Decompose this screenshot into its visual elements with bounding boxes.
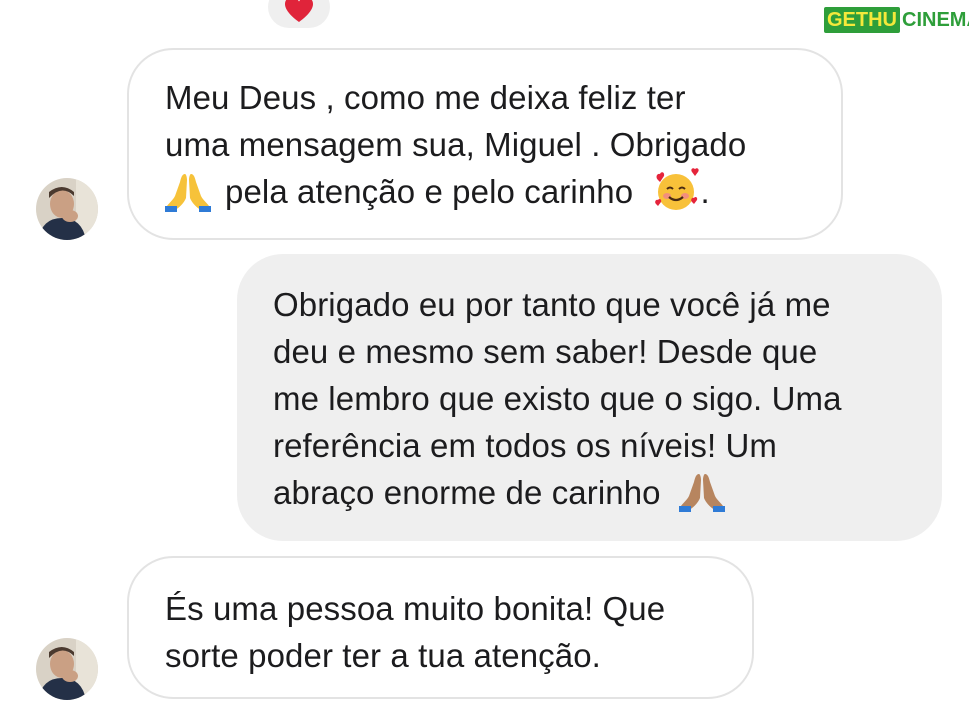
message-line-text: abraço enorme de carinho bbox=[273, 474, 661, 511]
message-line: referência em todos os níveis! Um bbox=[273, 427, 778, 464]
avatar[interactable] bbox=[36, 638, 98, 700]
user-photo-icon bbox=[36, 638, 98, 700]
watermark-left-text: GETHU bbox=[824, 7, 900, 33]
watermark-logo: GETHU CINEMA bbox=[824, 4, 969, 36]
message-line-with-emoji: abraço enorme de carinho bbox=[273, 469, 906, 516]
smiling-face-with-hearts-icon bbox=[655, 168, 700, 211]
message-bubble-sent[interactable]: Obrigado eu por tanto que você já me deu… bbox=[237, 254, 942, 541]
heart-reaction[interactable] bbox=[268, 0, 330, 28]
message-line: Meu Deus , como me deixa feliz ter bbox=[165, 79, 686, 116]
message-line: sorte poder ter a tua atenção. bbox=[165, 637, 601, 674]
message-line: Obrigado eu por tanto que você já me bbox=[273, 286, 831, 323]
avatar[interactable] bbox=[36, 178, 98, 240]
folded-hands-icon bbox=[165, 174, 211, 213]
message-line-with-emoji: pela atenção e pelo carinho . bbox=[165, 168, 805, 215]
message-line: deu e mesmo sem saber! Desde que bbox=[273, 333, 818, 370]
watermark-right-text: CINEMA bbox=[900, 8, 969, 32]
message-line: És uma pessoa muito bonita! Que bbox=[165, 590, 666, 627]
message-line-text: pela atenção e pelo carinho bbox=[225, 173, 634, 210]
user-photo-icon bbox=[36, 178, 98, 240]
message-line: uma mensagem sua, Miguel . Obrigado bbox=[165, 126, 747, 163]
folded-hands-icon bbox=[678, 474, 725, 513]
message-bubble-received[interactable]: Meu Deus , como me deixa feliz ter uma m… bbox=[127, 48, 843, 240]
heart-icon bbox=[285, 0, 313, 22]
message-bubble-received[interactable]: És uma pessoa muito bonita! Que sorte po… bbox=[127, 556, 754, 699]
message-line: me lembro que existo que o sigo. Uma bbox=[273, 380, 842, 417]
message-end-punctuation: . bbox=[700, 173, 710, 210]
